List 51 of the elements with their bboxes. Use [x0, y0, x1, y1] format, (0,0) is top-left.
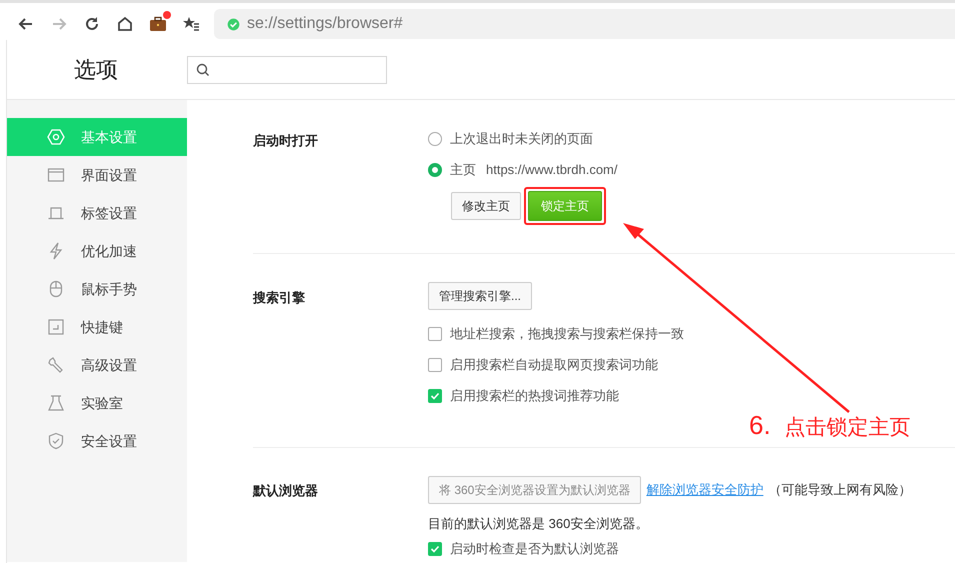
reload-icon: [83, 15, 101, 33]
flask-icon: [47, 394, 65, 412]
checkbox-label: 启用搜索栏的热搜词推荐功能: [450, 386, 619, 405]
check-icon: [430, 544, 440, 554]
checkbox[interactable]: [428, 388, 442, 402]
section-label: 默认浏览器: [253, 483, 318, 498]
sidebar-item[interactable]: 界面设置: [7, 156, 187, 194]
sidebar-item[interactable]: 鼠标手势: [7, 270, 187, 308]
notification-dot: [163, 11, 171, 19]
manage-search-engines-button[interactable]: 管理搜索引擎...: [428, 282, 532, 310]
annotation-text: 点击锁定主页: [784, 415, 911, 441]
section-label: 启动时打开: [253, 133, 318, 148]
favorites-icon: [182, 15, 200, 33]
checkbox-label: 启用搜索栏自动提取网页搜索词功能: [450, 356, 658, 374]
window-icon: [47, 166, 65, 184]
checkbox[interactable]: [428, 542, 442, 556]
gear-icon: [47, 128, 65, 146]
home-icon: [116, 15, 134, 33]
sidebar-item[interactable]: 快捷键: [7, 308, 187, 346]
risk-note: （可能导致上网有风险）: [768, 481, 912, 500]
checkbox[interactable]: [428, 326, 442, 340]
radio-button[interactable]: [428, 162, 442, 176]
step-number: 6.: [749, 409, 771, 442]
sidebar-item[interactable]: 高级设置: [7, 346, 187, 384]
section-label: 搜索引擎: [253, 290, 305, 305]
sidebar-item[interactable]: 优化加速: [7, 232, 187, 270]
checkbox-label: 地址栏搜索，拖拽搜索与搜索栏保持一致: [450, 324, 684, 343]
checkbox-label: 启动时检查是否为默认浏览器: [450, 540, 619, 558]
briefcase-icon: [149, 15, 167, 33]
keyboard-key-icon: [47, 318, 65, 336]
default-browser-status: 目前的默认浏览器是 360安全浏览器。: [428, 515, 650, 533]
checkbox[interactable]: [428, 358, 442, 372]
wrench-icon: [47, 356, 65, 374]
secure-icon: [226, 16, 241, 32]
check-icon: [430, 390, 440, 400]
edit-homepage-button[interactable]: 修改主页: [451, 192, 521, 220]
search-field[interactable]: [187, 56, 387, 84]
sidebar-item[interactable]: 安全设置: [7, 422, 187, 460]
shield-icon: [47, 432, 65, 450]
sidebar-item[interactable]: 实验室: [7, 384, 187, 422]
search-icon: [196, 62, 210, 76]
page-title: 选项: [74, 56, 119, 84]
address-text: se://settings/browser#: [247, 14, 403, 34]
radio-button[interactable]: [428, 132, 442, 146]
mouse-icon: [47, 280, 65, 298]
option-label: 主页: [450, 160, 476, 179]
homepage-url: https://www.tbrdh.com/: [486, 160, 618, 179]
option-label: 上次退出时未关闭的页面: [450, 130, 593, 148]
address-bar[interactable]: se://settings/browser#: [214, 9, 955, 39]
lightning-icon: [47, 242, 65, 260]
sidebar-item[interactable]: 标签设置: [7, 194, 187, 232]
